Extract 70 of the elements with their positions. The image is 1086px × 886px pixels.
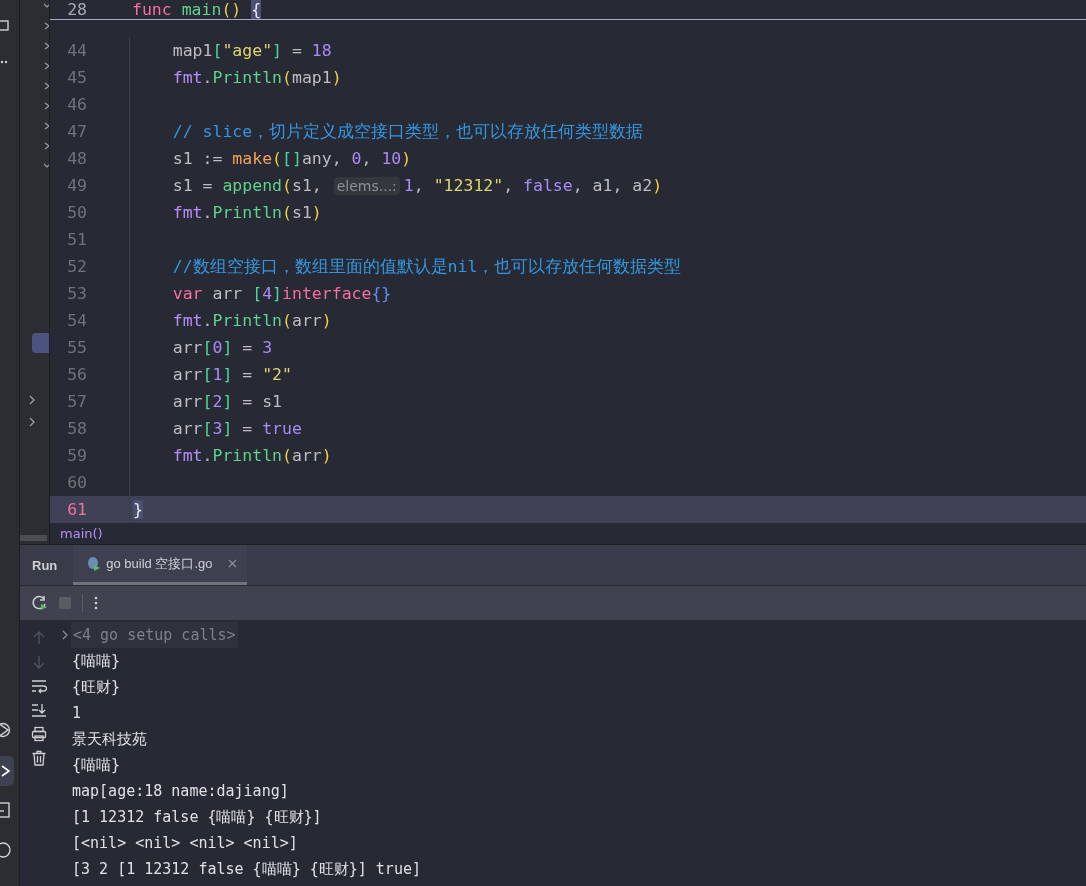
line-number: 51 — [66, 230, 87, 249]
line-number: 46 — [66, 95, 87, 114]
inlay-hint: elems...: — [333, 176, 400, 195]
chevron-right-icon[interactable] — [28, 416, 36, 428]
code-line: arr[0] = 3 — [171, 338, 273, 357]
code-line: // slice，切片定义成空接口类型，也可以存放任何类型数据 — [171, 120, 644, 143]
line-number: 52 — [66, 257, 87, 276]
folded-lines[interactable]: <4 go setup calls> — [71, 622, 238, 648]
line-number: 48 — [66, 149, 87, 168]
chevron-right-icon[interactable] — [44, 140, 49, 152]
arrow-down-icon — [32, 654, 46, 670]
line-number: 58 — [66, 419, 87, 438]
chevron-right-icon[interactable] — [44, 20, 49, 32]
line-number: 53 — [66, 284, 87, 303]
console-line: {旺财} — [71, 676, 122, 698]
line-number: 45 — [66, 68, 87, 87]
close-icon[interactable] — [227, 558, 237, 568]
chevron-right-icon[interactable] — [44, 80, 49, 92]
chevron-right-icon[interactable] — [44, 100, 49, 112]
line-number: 28 — [66, 0, 87, 19]
line-number: 44 — [66, 41, 87, 60]
console-line: {喵喵} — [71, 754, 122, 776]
soft-wrap-icon[interactable] — [31, 678, 47, 694]
trash-icon[interactable] — [31, 750, 47, 766]
console-line: {喵喵} — [71, 650, 122, 672]
code-line: map1["age"] = 18 — [171, 41, 332, 60]
console-line: 1 — [71, 703, 83, 724]
print-icon[interactable] — [31, 726, 47, 742]
code-line: var arr [4]interface{} — [171, 284, 392, 303]
more-icon[interactable] — [93, 595, 99, 611]
scroll-to-end-icon[interactable] — [31, 702, 47, 718]
console-line: map[age:18 name:dajiang] — [71, 781, 290, 802]
run-tab[interactable]: go build 空接口.go — [73, 545, 247, 585]
code-line: s1 = append(s1, — [171, 176, 323, 195]
line-number: 55 — [66, 338, 87, 357]
chevron-right-icon[interactable] — [44, 120, 49, 132]
arrow-up-icon — [32, 630, 46, 646]
code-line: fmt.Println(map1) — [171, 68, 342, 87]
console-line: [<nil> <nil> <nil> <nil>] — [71, 833, 299, 854]
chevron-right-icon[interactable] — [61, 629, 69, 641]
console-line: [3 2 [1 12312 false {喵喵} {旺财}] true] — [71, 858, 421, 880]
code-line: //数组空接口，数组里面的值默认是nil，也可以存放任何数据类型 — [171, 255, 682, 278]
code-line: fmt.Println(s1) — [171, 203, 322, 222]
code-line: arr[2] = s1 — [171, 392, 283, 411]
code-line: func main() { — [132, 0, 262, 19]
code-line: 1, "12312", false, a1, a2) — [403, 176, 663, 195]
code-line: arr[1] = "2" — [171, 365, 292, 384]
code-line: s1 := make([]any, 0, 10) — [171, 149, 412, 168]
line-number: 49 — [66, 176, 87, 195]
stop-icon — [58, 596, 72, 610]
console-line: 景天科技苑 — [71, 728, 148, 750]
chevron-right-icon[interactable] — [28, 394, 36, 406]
gopher-run-icon — [87, 555, 102, 572]
line-number: 54 — [66, 311, 87, 330]
chevron-right-icon[interactable] — [44, 60, 49, 72]
console-line: [1 12312 false {喵喵} {旺财}] — [71, 806, 323, 828]
code-line: arr[3] = true — [171, 419, 302, 438]
rerun-icon[interactable] — [32, 595, 48, 611]
scrollbar-thumb[interactable] — [20, 535, 47, 541]
chevron-right-icon[interactable] — [44, 40, 49, 52]
line-number: 59 — [66, 446, 87, 465]
line-number: 60 — [66, 473, 87, 492]
line-number: 57 — [66, 392, 87, 411]
line-number: 50 — [66, 203, 87, 222]
code-line: fmt.Println(arr) — [171, 446, 332, 465]
code-line: fmt.Println(arr) — [171, 311, 332, 330]
panel-title: Run — [31, 557, 59, 573]
line-number: 61 — [66, 500, 87, 519]
line-number: 47 — [66, 122, 87, 141]
line-number: 56 — [66, 365, 87, 384]
